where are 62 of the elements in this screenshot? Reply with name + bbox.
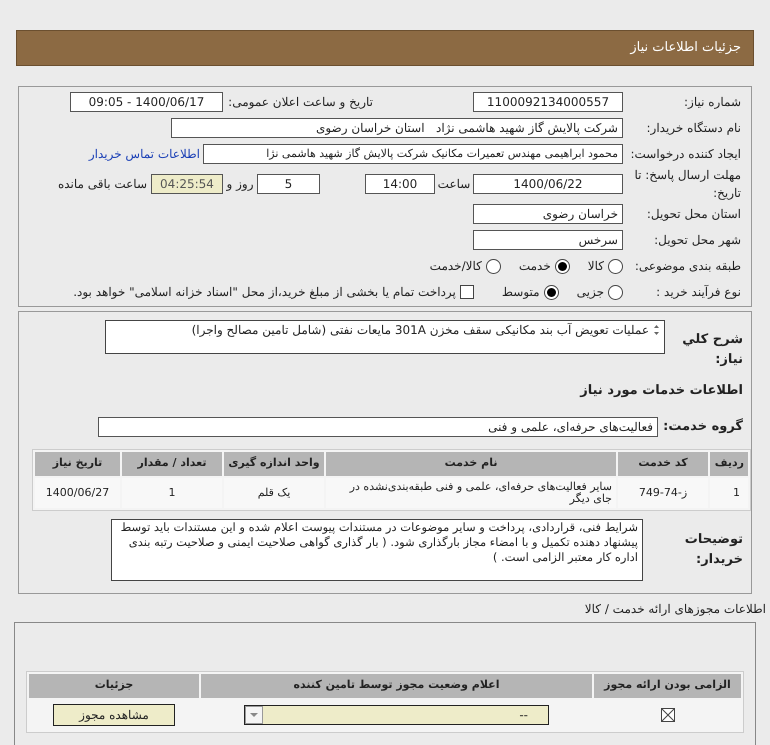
radio-button[interactable] <box>608 284 623 300</box>
radio-label: جزیی <box>576 284 604 301</box>
field-label: مهلت ارسال پاسخ: تا تاریخ: <box>633 167 741 202</box>
radio-label: کالا/خدمت <box>430 258 482 275</box>
page-title: جزئیات اطلاعات نیاز <box>630 39 741 58</box>
view-permit-button[interactable]: مشاهده مجوز <box>53 704 175 726</box>
table-cell: سایر فعالیت‌های حرفه‌ای، علمی و فنی طبقه‌بندی‌نشده در جای دیگر <box>326 478 616 508</box>
table-cell: ز-74-749 <box>618 478 708 508</box>
radio-button[interactable] <box>554 258 570 274</box>
value-field[interactable]: سرخس <box>473 230 623 250</box>
radio-button[interactable] <box>486 258 501 274</box>
value-field[interactable]: فعالیت‌های حرفه‌ای، علمی و فنی <box>98 416 658 436</box>
field-label: ایجاد کننده درخواست: <box>629 146 741 163</box>
value-field[interactable]: محمود ابراهیمی مهندس تعمیرات مکانیک شرکت پالایش گاز شهید هاشمی نژا <box>203 144 623 164</box>
value-field[interactable]: 14:00 <box>365 174 435 194</box>
field-label: نام دستگاه خریدار: <box>646 120 741 137</box>
table-cell: یک قلم <box>224 478 324 508</box>
value-field[interactable]: شرکت پالایش گاز شهید هاشمی نژاد استان خراسان رضوی <box>171 118 623 138</box>
column-header: الزامی بودن ارائه مجوز <box>594 674 741 698</box>
summary-field[interactable]: عملیات تعویض آب بند مکانیکی سقف مخزن 301A مایعات نفتی (شامل تامین مصالح واجرا) <box>105 320 665 354</box>
radio-button[interactable] <box>544 284 559 300</box>
days-label: روز و <box>225 176 254 193</box>
time-label: ساعت <box>436 176 472 193</box>
column-header: تاریخ نیاز <box>35 452 120 476</box>
value-field[interactable]: 1100092134000557 <box>473 92 623 112</box>
table-cell: 1400/06/27 <box>35 478 120 508</box>
buyer-contact-link[interactable]: اطلاعات تماس خریدار <box>88 145 200 163</box>
field-label: شماره نیاز: <box>683 94 741 111</box>
field-label: تاریخ و ساعت اعلان عمومی: <box>227 94 373 111</box>
value-field[interactable]: خراسان رضوی <box>473 204 623 224</box>
field-label: نوع فرآیند خرید : <box>655 284 741 301</box>
value-field[interactable]: 5 <box>257 174 320 194</box>
column-header: اعلام وضعیت مجوز توسط تامین کننده <box>201 674 592 698</box>
field-label: گروه خدمت: <box>662 417 743 436</box>
radio-label: خدمت <box>518 258 551 275</box>
remaining-label: ساعت باقی مانده <box>58 176 147 193</box>
field-label: توضیحات خریدار: <box>684 531 743 568</box>
column-header: کد خدمت <box>618 452 708 476</box>
field-label: شرح کلي نیاز: <box>681 331 743 368</box>
column-header: ردیف <box>710 452 748 476</box>
value-field[interactable]: 1400/06/22 <box>473 174 623 194</box>
section-heading: اطلاعات مجوزهای ارائه خدمت / کالا <box>584 602 766 616</box>
column-header: واحد اندازه گیری <box>224 452 324 476</box>
column-header: جزئیات <box>29 674 199 698</box>
field-label: استان محل تحویل: <box>646 206 741 223</box>
scroll-arrows-icon <box>653 324 660 336</box>
radio-label: متوسط <box>502 284 540 301</box>
radio-label: کالا <box>588 258 604 275</box>
table-cell: 1 <box>122 478 222 508</box>
value-field[interactable]: 1400/06/17 - 09:05 <box>70 92 223 112</box>
checkbox-label: پرداخت تمام یا بخشی از مبلغ خرید،از محل "اسناد خزانه اسلامی" خواهد بود. <box>73 284 456 301</box>
status-dropdown[interactable]: -- <box>244 704 549 724</box>
radio-button[interactable] <box>608 258 623 274</box>
checkbox[interactable] <box>460 285 474 299</box>
buyer-notes-field[interactable]: شرایط فنی، قراردادی، پرداخت و سایر موضوعات در مستندات پیوست اعلام شده و این مستندات باید توسط پیشنهاد دهنده تکمیل و با امضاء مجاز بارگذاری شود. ( بار گذاری گواهی صلاحیت ایمنی و صلاحیت رتبه بندی اداره کار معتبر الزامی است. ) <box>111 518 643 580</box>
value-field[interactable]: 04:25:54 <box>151 174 223 194</box>
field-label: شهر محل تحویل: <box>653 232 741 249</box>
section-heading: اطلاعات خدمات مورد نیاز <box>578 382 743 400</box>
column-header: تعداد / مقدار <box>122 452 222 476</box>
column-header: نام خدمت <box>326 452 616 476</box>
field-label: طبقه بندی موضوعی: <box>634 258 741 275</box>
table-cell: 1 <box>710 478 748 508</box>
